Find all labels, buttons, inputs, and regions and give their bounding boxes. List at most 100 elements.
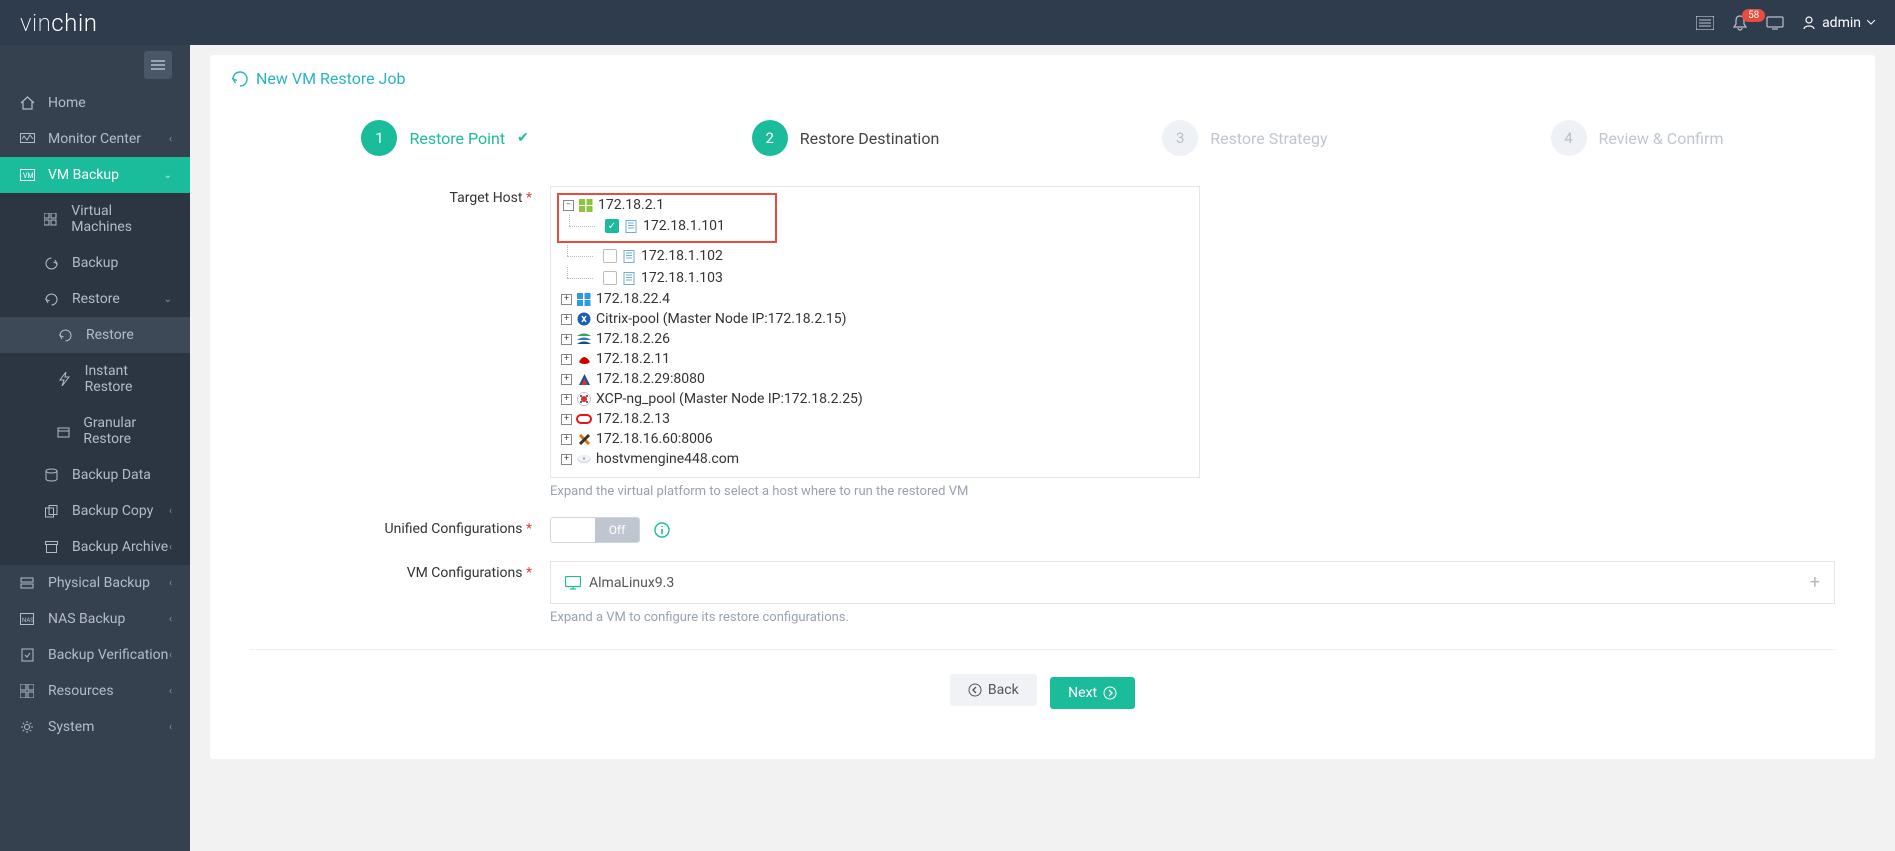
sidebar-item-physical-backup[interactable]: Physical Backup ‹: [0, 565, 190, 601]
tree-node-child2[interactable]: 172.18.1.102: [561, 245, 1189, 267]
expand-icon[interactable]: +: [561, 374, 572, 385]
chevron-left-icon: ‹: [169, 686, 172, 697]
tree-node-n5[interactable]: + 172.18.2.11: [561, 349, 1189, 369]
user-menu[interactable]: admin: [1802, 15, 1875, 31]
tree-label: 172.18.1.102: [641, 248, 723, 264]
info-icon[interactable]: [654, 522, 670, 538]
step-number: 2: [752, 120, 788, 156]
user-label: admin: [1822, 15, 1861, 31]
tree-node-n6[interactable]: + 172.18.2.29:8080: [561, 369, 1189, 389]
nas-icon: NAS: [18, 613, 36, 625]
expand-icon[interactable]: +: [561, 314, 572, 325]
tree-label: 172.18.2.1: [598, 197, 664, 213]
checkbox[interactable]: [603, 271, 617, 285]
page-title: New VM Restore Job: [256, 69, 405, 88]
chevron-left-icon: ‹: [169, 542, 172, 553]
monitor-icon[interactable]: [1766, 16, 1784, 30]
host-tree[interactable]: − 172.18.2.1 ✓ 172.18.1.101: [550, 186, 1200, 478]
checkbox[interactable]: [603, 249, 617, 263]
oracle-icon: [576, 412, 592, 426]
vm-config-help: Expand a VM to configure its restore con…: [550, 610, 1835, 625]
sidebar-item-system[interactable]: System ‹: [0, 709, 190, 745]
sidebar-item-vmbackup[interactable]: VM VM Backup ⌄: [0, 157, 190, 193]
sidebar-collapse-button[interactable]: [144, 51, 172, 79]
sidebar-item-restore-sub[interactable]: Restore: [0, 317, 190, 353]
expand-icon[interactable]: +: [561, 434, 572, 445]
server-node-icon: [623, 219, 639, 233]
expand-icon[interactable]: +: [561, 294, 572, 305]
chevron-left-icon: ‹: [169, 614, 172, 625]
server-node-icon: [621, 271, 637, 285]
chevron-left-icon: ‹: [169, 506, 172, 517]
step-1[interactable]: 1 Restore Point ✔: [361, 120, 528, 156]
tree-node-n3[interactable]: + Citrix-pool (Master Node IP:172.18.2.1…: [561, 309, 1189, 329]
tree-label: 172.18.1.103: [641, 270, 723, 286]
expand-icon[interactable]: +: [561, 334, 572, 345]
tree-node-root1[interactable]: − 172.18.2.1: [563, 195, 771, 215]
target-host-field: − 172.18.2.1 ✓ 172.18.1.101: [550, 186, 1200, 499]
logo-part2: chin: [51, 9, 97, 37]
server-icon: [18, 576, 36, 590]
tree-node-n8[interactable]: + 172.18.2.13: [561, 409, 1189, 429]
sidebar-item-backup-archive[interactable]: Backup Archive ‹: [0, 529, 190, 565]
tree-label: hostvmengine448.com: [596, 451, 739, 467]
step-label: Review & Confirm: [1599, 129, 1724, 148]
sidebar-label: Physical Backup: [48, 575, 150, 591]
sidebar-item-monitor[interactable]: Monitor Center ‹: [0, 121, 190, 157]
bell-icon[interactable]: 58: [1732, 15, 1748, 31]
expand-icon[interactable]: +: [561, 454, 572, 465]
expand-icon[interactable]: +: [561, 394, 572, 405]
toggle-off-label: Off: [595, 518, 639, 542]
unified-toggle[interactable]: Off: [550, 517, 640, 543]
chevron-down-icon: ⌄: [164, 170, 172, 181]
sidebar-item-virtual-machines[interactable]: Virtual Machines: [0, 193, 190, 245]
step-number: 3: [1162, 120, 1198, 156]
sidebar-item-granular-restore[interactable]: Granular Restore: [0, 405, 190, 457]
sidebar-item-resources[interactable]: Resources ‹: [0, 673, 190, 709]
tree-node-n10[interactable]: + hostvmengine448.com: [561, 449, 1189, 469]
tree-node-n4[interactable]: + 172.18.2.26: [561, 329, 1189, 349]
vm-config-value: AlmaLinux9.3: [589, 575, 674, 591]
tree-node-n9[interactable]: + 172.18.16.60:8006: [561, 429, 1189, 449]
next-button[interactable]: Next: [1050, 677, 1135, 709]
chevron-left-icon: ‹: [169, 650, 172, 661]
plus-icon: +: [1810, 572, 1820, 593]
tree-node-n2[interactable]: + 172.18.22.4: [561, 289, 1189, 309]
back-button[interactable]: Back: [950, 674, 1037, 706]
sidebar-item-backup[interactable]: Backup: [0, 245, 190, 281]
sidebar-item-restore[interactable]: Restore ⌄: [0, 281, 190, 317]
sidebar-item-backup-copy[interactable]: Backup Copy ‹: [0, 493, 190, 529]
highlighted-selection: − 172.18.2.1 ✓ 172.18.1.101: [557, 193, 777, 243]
toggle-on-region: [551, 518, 595, 542]
tree-label: 172.18.2.13: [596, 411, 670, 427]
sidebar-item-instant-restore[interactable]: Instant Restore: [0, 353, 190, 405]
tree-label: 172.18.2.11: [596, 351, 670, 367]
sidebar-label: Virtual Machines: [71, 203, 172, 235]
expand-icon[interactable]: +: [561, 414, 572, 425]
list-icon[interactable]: [1696, 16, 1714, 30]
database-icon: [42, 468, 60, 482]
chevron-left-icon: ‹: [169, 722, 172, 733]
tree-node-child1[interactable]: ✓ 172.18.1.101: [563, 215, 771, 237]
step-2[interactable]: 2 Restore Destination: [752, 120, 940, 156]
step-4[interactable]: 4 Review & Confirm: [1551, 120, 1724, 156]
checkbox-checked[interactable]: ✓: [605, 219, 619, 233]
collapse-icon[interactable]: −: [563, 200, 574, 211]
archive-icon: [42, 541, 60, 553]
tree-node-n7[interactable]: + XCP-ng_pool (Master Node IP:172.18.2.2…: [561, 389, 1189, 409]
step-number: 4: [1551, 120, 1587, 156]
sidebar-item-home[interactable]: Home: [0, 85, 190, 121]
tree-label: 172.18.2.26: [596, 331, 670, 347]
monitor-center-icon: [18, 133, 36, 145]
sidebar-label: Restore: [86, 327, 134, 343]
logo: vinchin: [20, 9, 97, 37]
tree-node-child3[interactable]: 172.18.1.103: [561, 267, 1189, 289]
vm-config-expander[interactable]: AlmaLinux9.3 +: [550, 561, 1835, 604]
copy-icon: [42, 505, 60, 518]
sidebar-item-nas-backup[interactable]: NAS NAS Backup ‹: [0, 601, 190, 637]
home-icon: [18, 96, 36, 110]
expand-icon[interactable]: +: [561, 354, 572, 365]
step-3[interactable]: 3 Restore Strategy: [1162, 120, 1327, 156]
sidebar-item-backup-data[interactable]: Backup Data: [0, 457, 190, 493]
sidebar-item-backup-verification[interactable]: Backup Verification ‹: [0, 637, 190, 673]
